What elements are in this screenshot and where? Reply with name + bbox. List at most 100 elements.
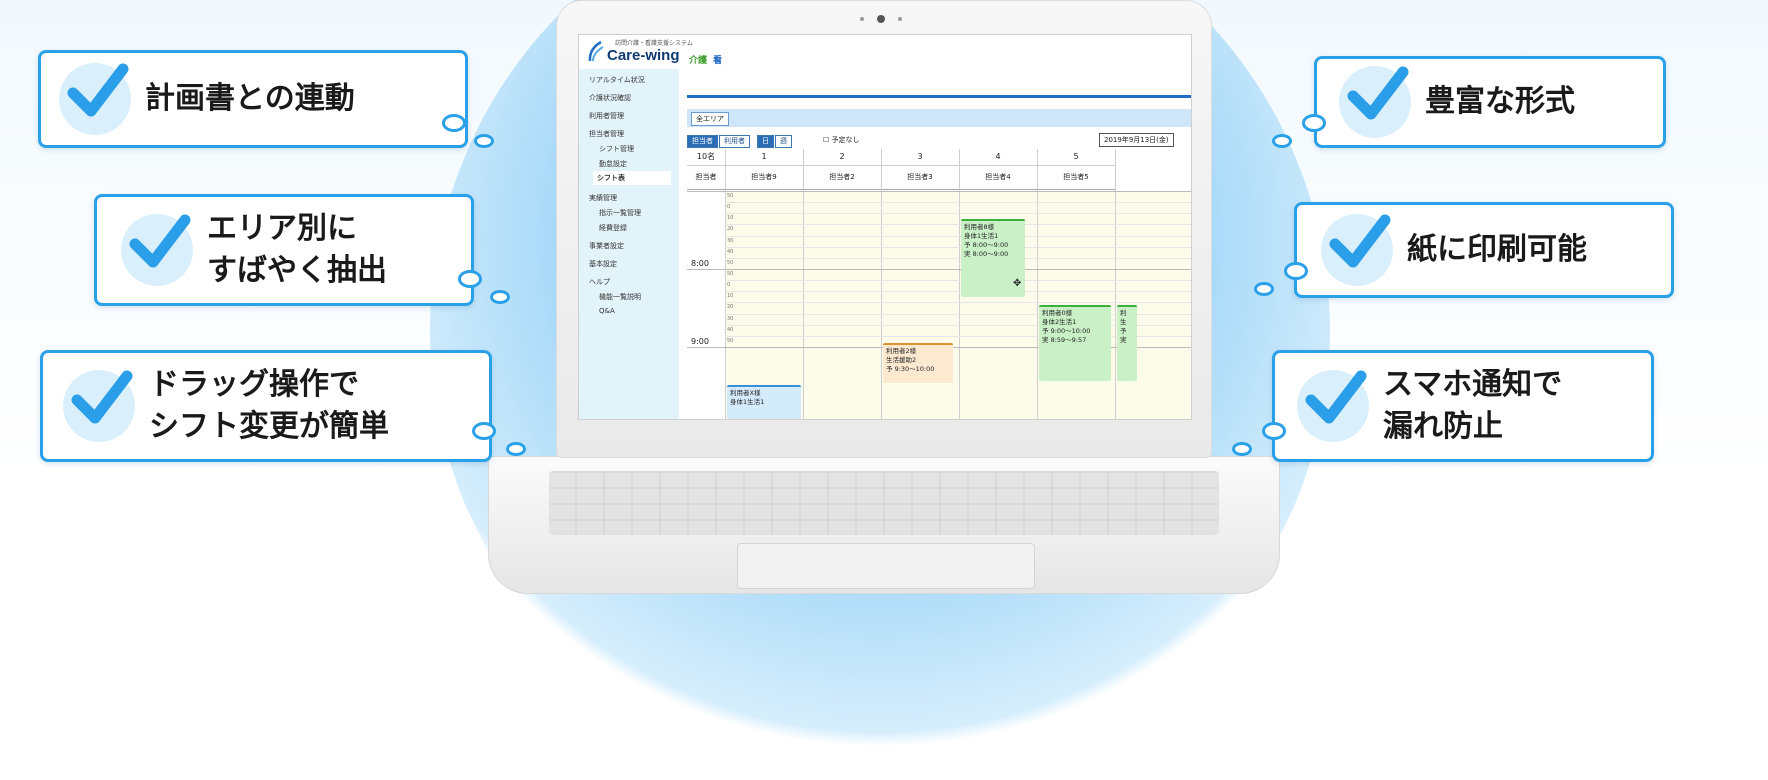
minute-label: 50	[727, 271, 734, 277]
shift-card[interactable]: 利用者X様 身体1生活1	[727, 385, 801, 419]
column-staff-name: 担当者9	[725, 165, 803, 190]
speech-bubble-dot	[1232, 442, 1252, 456]
week-view-button[interactable]: 週	[775, 135, 792, 148]
shift-card-plan: 予	[1120, 327, 1127, 335]
app-subtitle: 訪問介護・看護支援システム	[615, 40, 693, 47]
sidebar-item-realtime[interactable]: リアルタイム状況	[589, 75, 645, 85]
laptop-trackpad	[737, 543, 1035, 589]
minute-label: 20	[727, 226, 734, 233]
shift-card-title: 利用者0様	[1042, 309, 1073, 317]
shift-card-service: 生活援助2	[886, 356, 917, 364]
shift-card[interactable]: 利用者8様 身体1生活1 予 8:00〜9:00 実 8:00〜9:00 ✥	[961, 219, 1025, 297]
sidebar-item-records[interactable]: 実績管理	[589, 193, 617, 203]
grid-line	[881, 149, 882, 419]
staff-view-button[interactable]: 担当者	[687, 135, 718, 148]
check-icon	[63, 370, 135, 442]
camera-icon	[877, 15, 885, 23]
sidebar-item-attendance[interactable]: 勤怠設定	[599, 159, 627, 169]
drag-move-icon[interactable]: ✥	[1013, 279, 1021, 289]
sidebar-item-shift-table[interactable]: シフト表	[593, 171, 671, 185]
check-icon	[121, 214, 193, 286]
grid-line	[1037, 149, 1038, 419]
sidebar-item-care-status[interactable]: 介護状況確認	[589, 93, 631, 103]
hour-label: 8:00	[691, 259, 709, 268]
no-schedule-checkbox[interactable]: ☐ 予定なし	[823, 135, 860, 146]
sidebar-item-help[interactable]: ヘルプ	[589, 277, 610, 287]
check-icon	[1297, 370, 1369, 442]
minute-line	[725, 235, 1191, 237]
staff-header-label: 担当者	[687, 165, 725, 190]
column-number: 2	[803, 149, 881, 166]
minute-label: 0	[727, 204, 731, 211]
column-number: 3	[881, 149, 959, 166]
sidebar-item-business[interactable]: 事業者設定	[589, 241, 624, 251]
minute-label: 50	[727, 337, 734, 344]
shift-card-service: 身体1生活1	[964, 232, 999, 240]
feature-callout-area-filter: エリア別に すばやく抽出	[94, 194, 474, 306]
speech-bubble-dot	[490, 290, 510, 304]
feature-text: 計画書との連動	[145, 81, 355, 116]
column-number: 4	[959, 149, 1037, 166]
area-filter-bar	[687, 109, 1191, 127]
feature-callout-print: 紙に印刷可能	[1294, 202, 1674, 298]
badge-care: 介護	[689, 56, 708, 66]
app-header: 訪問介護・看護支援システム Care-wing 介護 看	[579, 35, 1191, 69]
shift-grid: 10名 担当者 1 2 3 4 5 担当者9 担当者2 担当者3 担当者4 担当…	[687, 149, 1191, 419]
sidebar-item-expenses[interactable]: 経費登録	[599, 223, 627, 233]
area-select[interactable]: 全エリア	[691, 112, 729, 126]
minute-label: 10	[727, 215, 734, 222]
laptop-keyboard	[549, 471, 1219, 535]
sidebar: リアルタイム状況 介護状況確認 利用者管理 担当者管理 シフト管理 勤怠設定 シ…	[579, 69, 679, 419]
speech-bubble-dot	[442, 114, 466, 132]
shift-card-actual: 実 8:00〜9:00	[964, 250, 1009, 258]
speech-bubble-dot	[1262, 422, 1286, 440]
column-number: 1	[725, 149, 803, 166]
minute-line	[725, 291, 1191, 293]
feature-text: 豊富な形式	[1425, 84, 1575, 119]
shift-card-service: 生	[1120, 318, 1127, 326]
feature-text: スマホ通知で 漏れ防止	[1383, 367, 1563, 444]
shift-card[interactable]: 利 生 予 実	[1117, 305, 1137, 381]
shift-card-title: 利用者8様	[964, 223, 995, 231]
minute-label: 50	[727, 259, 734, 266]
sidebar-item-instructions[interactable]: 指示一覧管理	[599, 208, 641, 218]
sidebar-item-qa[interactable]: Q&A	[599, 307, 615, 315]
user-view-button[interactable]: 利用者	[719, 135, 750, 148]
shift-card-plan: 予 9:00〜10:00	[1042, 327, 1091, 335]
sidebar-item-staff[interactable]: 担当者管理	[589, 129, 624, 139]
app-name: Care-wing	[607, 47, 680, 64]
shift-card-title: 利用者2様	[886, 347, 917, 355]
hour-label: 9:00	[691, 337, 709, 346]
sidebar-item-shift-mgmt[interactable]: シフト管理	[599, 144, 634, 154]
feature-callout-drag-shift: ドラッグ操作で シフト変更が簡単	[40, 350, 492, 462]
check-icon	[1321, 214, 1393, 286]
shift-card-title: 利	[1120, 309, 1127, 317]
speech-bubble-dot	[1254, 282, 1274, 296]
minute-line	[725, 202, 1191, 204]
speech-bubble-dot	[474, 134, 494, 148]
sensor-icon	[860, 17, 864, 21]
sidebar-item-basic[interactable]: 基本設定	[589, 259, 617, 269]
day-view-button[interactable]: 日	[757, 135, 774, 148]
shift-card[interactable]: 利用者2様 生活援助2 予 9:30〜10:00	[883, 343, 953, 383]
sidebar-item-features[interactable]: 機能一覧説明	[599, 292, 641, 302]
column-staff-name: 担当者4	[959, 165, 1037, 190]
speech-bubble-dot	[1284, 262, 1308, 280]
shift-card[interactable]: 利用者0様 身体2生活1 予 9:00〜10:00 実 8:59〜9:57	[1039, 305, 1111, 381]
feature-callout-notifications: スマホ通知で 漏れ防止	[1272, 350, 1654, 462]
sensor-icon	[898, 17, 902, 21]
shift-card-plan: 予 9:30〜10:00	[886, 365, 935, 373]
sidebar-item-users[interactable]: 利用者管理	[589, 111, 624, 121]
check-icon	[59, 63, 131, 135]
grid-line	[803, 149, 804, 419]
main-title-bar	[687, 95, 1191, 98]
date-display[interactable]: 2019年9月13日(金)	[1099, 133, 1174, 147]
feature-text: エリア別に すばやく抽出	[207, 211, 387, 288]
feature-text: 紙に印刷可能	[1407, 232, 1587, 267]
column-staff-name: 担当者3	[881, 165, 959, 190]
hour-divider	[687, 269, 1191, 270]
grid-line	[725, 149, 726, 419]
laptop-base	[488, 456, 1280, 594]
minute-line	[725, 224, 1191, 226]
shift-card-actual: 実 8:59〜9:57	[1042, 336, 1087, 344]
